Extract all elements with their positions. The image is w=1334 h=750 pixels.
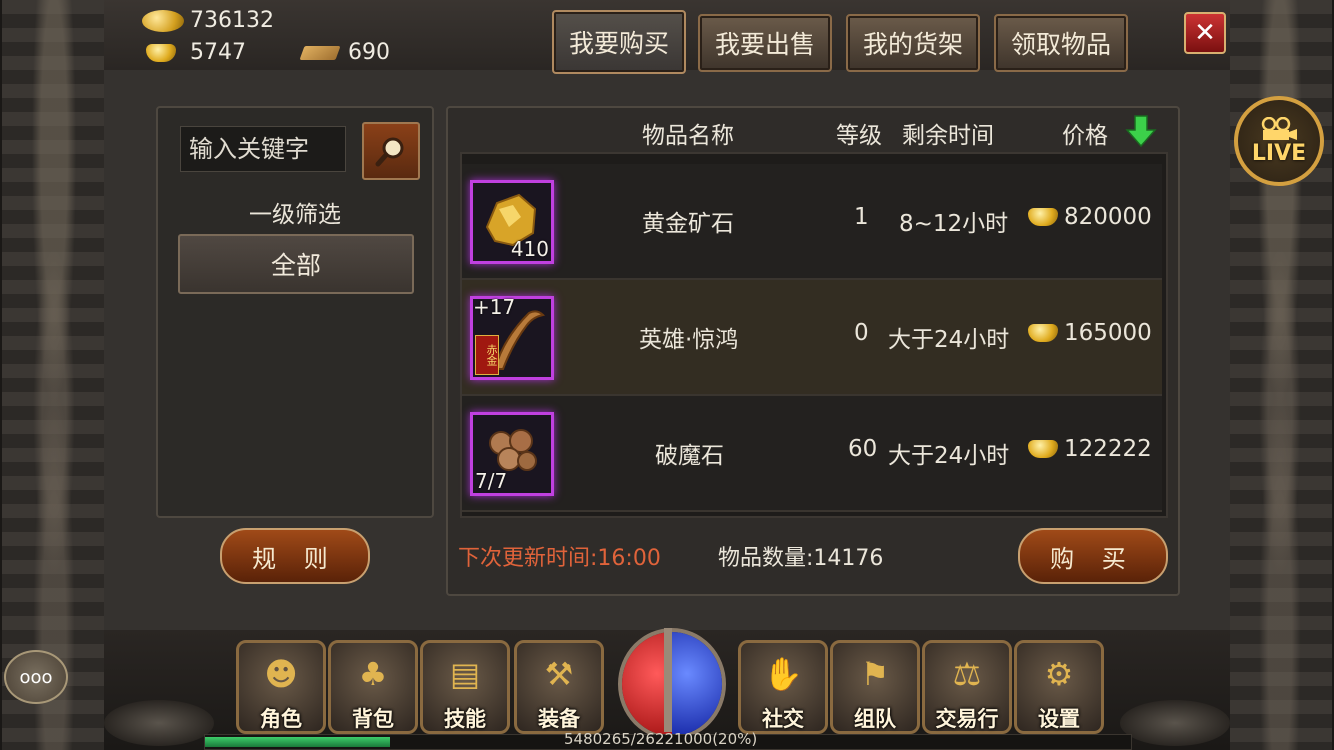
- item-row[interactable]: +17 赤金 英雄·惊鸿 0 大于24小时 165000: [462, 280, 1162, 396]
- silver-amount: 736132: [190, 8, 274, 33]
- item-slot: 7/7: [470, 412, 554, 496]
- item-price: 165000: [1028, 320, 1152, 346]
- item-count: 物品数量:14176: [718, 546, 884, 571]
- item-row[interactable]: 7/7 破魔石 60 大于24小时 122222: [462, 396, 1162, 512]
- menu-label: 社交: [762, 707, 804, 731]
- item-level: 1: [854, 204, 869, 230]
- item-level: 60: [848, 436, 878, 462]
- item-enhance-level: +17: [473, 295, 516, 319]
- ticket-currency: 690: [299, 40, 390, 65]
- tab-collect-items[interactable]: 领取物品: [994, 14, 1128, 72]
- menu-bag-button[interactable]: ♣ 背包: [328, 640, 418, 734]
- auction-hammer-icon: ⚖: [952, 655, 982, 693]
- menu-team-button[interactable]: ⚑ 组队: [830, 640, 920, 734]
- rules-button[interactable]: 规 则: [220, 528, 370, 584]
- exp-text: 5480265/26221000(20%): [564, 730, 758, 748]
- left-dragon-ornament: [104, 700, 214, 746]
- menu-skill-button[interactable]: ▤ 技能: [420, 640, 510, 734]
- live-label: LIVE: [1251, 140, 1307, 166]
- left-ornament-pillar: [0, 0, 108, 750]
- item-slot: +17 赤金: [470, 295, 554, 380]
- team-flag-icon: ⚑: [860, 655, 890, 693]
- item-price-value: 820000: [1064, 204, 1152, 230]
- item-remaining-time: 大于24小时: [888, 443, 1010, 469]
- item-row[interactable]: 410 黄金矿石 1 8~12小时 820000: [462, 164, 1162, 280]
- character-icon: ☻: [264, 655, 298, 693]
- gear-icon: ⚙: [1044, 655, 1074, 693]
- chat-bubble-icon: ooo: [19, 666, 53, 688]
- menu-label: 组队: [854, 707, 896, 731]
- video-camera-icon: [1261, 116, 1297, 140]
- menu-label: 技能: [444, 707, 486, 731]
- gold-ingot-icon: [1028, 440, 1058, 458]
- hp-mp-orb: [618, 628, 726, 740]
- chat-button[interactable]: ooo: [4, 650, 68, 704]
- equipment-icon: ⚒: [544, 655, 574, 693]
- live-button[interactable]: LIVE: [1234, 96, 1324, 186]
- buy-button[interactable]: 购 买: [1018, 528, 1168, 584]
- item-slot: 410: [470, 180, 554, 264]
- item-price: 820000: [1028, 204, 1152, 230]
- filter-all-button[interactable]: 全部: [178, 234, 414, 294]
- item-badge: 赤金: [475, 335, 499, 375]
- close-button[interactable]: ✕: [1184, 12, 1226, 54]
- menu-label: 背包: [352, 707, 394, 731]
- menu-label: 设置: [1038, 707, 1080, 731]
- item-remaining-time: 8~12小时: [899, 211, 1009, 237]
- gold-amount: 5747: [190, 40, 246, 65]
- bag-icon: ♣: [358, 655, 388, 693]
- handshake-icon: ✋: [763, 655, 803, 693]
- item-price-value: 122222: [1064, 436, 1152, 462]
- item-name: 破魔石: [655, 443, 724, 469]
- item-price: 122222: [1028, 436, 1152, 462]
- tab-sell[interactable]: 我要出售: [698, 14, 832, 72]
- menu-label: 装备: [538, 707, 580, 731]
- gold-ingot-icon: [146, 43, 176, 62]
- item-remaining-time: 大于24小时: [888, 327, 1010, 353]
- menu-settings-button[interactable]: ⚙ 设置: [1014, 640, 1104, 734]
- exp-bar-fill: [205, 737, 391, 747]
- search-button[interactable]: [362, 122, 420, 180]
- menu-equipment-button[interactable]: ⚒ 装备: [514, 640, 604, 734]
- silver-currency: 736132: [142, 8, 274, 33]
- item-name: 英雄·惊鸿: [639, 327, 739, 353]
- header-item-name: 物品名称: [642, 123, 734, 149]
- gold-currency: 5747: [146, 40, 246, 65]
- tab-my-shelf[interactable]: 我的货架: [846, 14, 980, 72]
- header-price: 价格: [1062, 123, 1108, 149]
- next-update-time: 下次更新时间:16:00: [458, 546, 661, 571]
- menu-label: 交易行: [935, 707, 999, 731]
- magnifier-icon: [375, 137, 404, 167]
- orb-divider: [664, 628, 672, 732]
- search-input[interactable]: [180, 126, 346, 172]
- item-price-value: 165000: [1064, 320, 1152, 346]
- menu-character-button[interactable]: ☻ 角色: [236, 640, 326, 734]
- item-level: 0: [854, 320, 869, 346]
- silver-coin-icon: [142, 9, 184, 32]
- menu-trade-button[interactable]: ⚖ 交易行: [922, 640, 1012, 734]
- right-dragon-ornament: [1120, 700, 1230, 746]
- header-remaining-time: 剩余时间: [902, 123, 994, 149]
- item-name: 黄金矿石: [642, 211, 734, 237]
- gold-ingot-icon: [1028, 208, 1058, 226]
- header-level: 等级: [836, 123, 882, 149]
- item-quantity: 410: [510, 237, 549, 261]
- menu-label: 角色: [260, 707, 302, 731]
- ticket-amount: 690: [348, 40, 390, 65]
- close-icon: ✕: [1194, 18, 1216, 48]
- sort-arrow-down-icon[interactable]: [1124, 114, 1158, 148]
- skill-book-icon: ▤: [449, 655, 481, 693]
- ticket-icon: [299, 45, 341, 60]
- filter-level-one-title: 一级筛选: [249, 202, 341, 228]
- tab-buy[interactable]: 我要购买: [552, 10, 686, 74]
- item-quantity: 7/7: [475, 469, 508, 493]
- gold-ingot-icon: [1028, 324, 1058, 342]
- menu-social-button[interactable]: ✋ 社交: [738, 640, 828, 734]
